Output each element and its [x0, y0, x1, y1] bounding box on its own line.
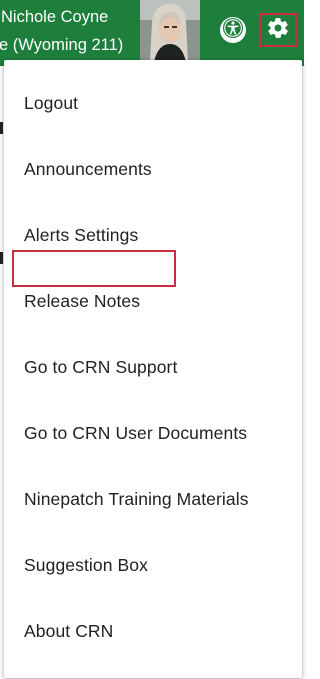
menu-item-label: Announcements — [24, 158, 152, 179]
menu-item-label: Suggestion Box — [24, 554, 148, 575]
menu-item-release-notes[interactable]: Release Notes — [4, 268, 302, 334]
accessibility-button[interactable] — [220, 17, 246, 43]
background-text-fragment — [0, 122, 3, 134]
menu-item-ninepatch-training[interactable]: Ninepatch Training Materials — [4, 466, 302, 532]
menu-item-label: Release Notes — [24, 290, 141, 311]
menu-item-label: Logout — [24, 92, 79, 113]
menu-item-label: Ninepatch Training Materials — [24, 488, 249, 509]
menu-item-label: Alerts Settings — [24, 224, 139, 245]
user-name: Nichole Coyne — [1, 8, 109, 26]
gear-icon — [266, 16, 290, 45]
background-text-fragment — [0, 252, 3, 264]
menu-item-announcements[interactable]: Announcements — [4, 136, 302, 202]
menu-item-label: Go to CRN User Documents — [24, 422, 248, 443]
settings-dropdown-menu: Logout Announcements Alerts Settings Rel… — [4, 60, 302, 678]
user-location: e (Wyoming 211) — [0, 36, 124, 54]
accessibility-icon — [222, 17, 244, 44]
avatar[interactable] — [140, 0, 200, 62]
settings-button[interactable] — [259, 13, 297, 47]
menu-item-crn-user-documents[interactable]: Go to CRN User Documents — [4, 400, 302, 466]
menu-item-about-crn[interactable]: About CRN — [4, 598, 302, 664]
menu-item-crn-support[interactable]: Go to CRN Support — [4, 334, 302, 400]
avatar-photo — [140, 0, 200, 62]
menu-item-label: About CRN — [24, 620, 114, 641]
menu-item-label: Go to CRN Support — [24, 356, 178, 377]
menu-item-logout[interactable]: Logout — [4, 70, 302, 136]
menu-item-suggestion-box[interactable]: Suggestion Box — [4, 532, 302, 598]
top-header-bar: Nichole Coyne e (Wyoming 211) — [0, 0, 304, 66]
